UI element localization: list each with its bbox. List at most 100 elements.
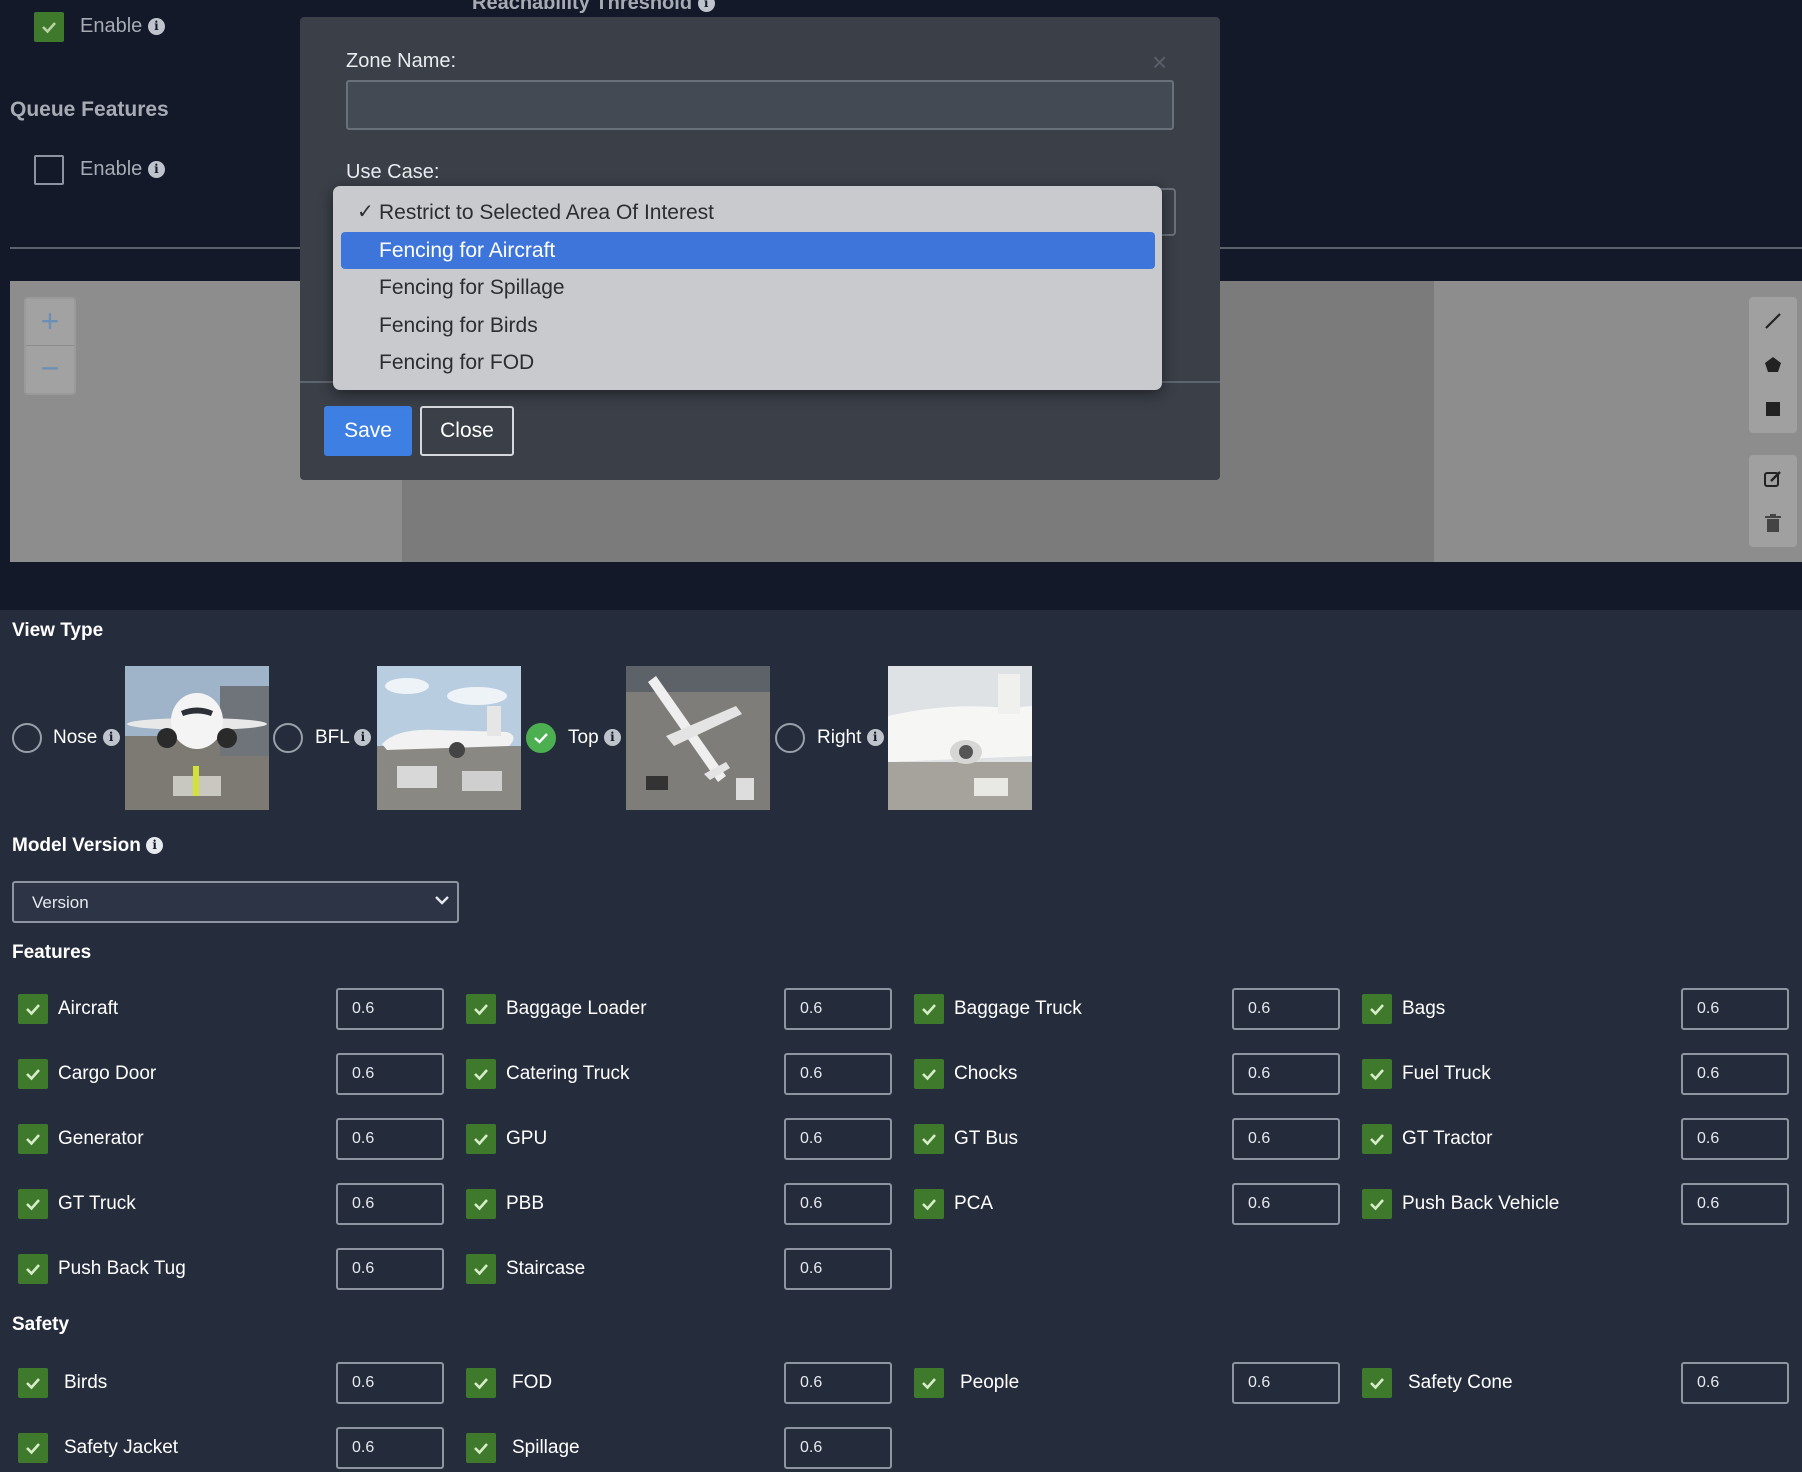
safety-checkbox[interactable] [18,1368,48,1398]
feature-checkbox[interactable] [914,1059,944,1089]
info-icon: i [146,837,164,855]
safety-threshold-input[interactable]: 0.6 [336,1362,444,1404]
feature-checkbox[interactable] [466,1124,496,1154]
feature-label: Baggage Loader [506,998,647,1019]
feature-label: Baggage Truck [954,998,1082,1019]
info-icon: i [147,18,165,36]
queue-enable-text: Enable [80,158,143,180]
feature-threshold-input[interactable]: 0.6 [336,988,444,1030]
feature-threshold-input[interactable]: 0.6 [1232,1118,1340,1160]
chevron-down-icon [435,896,449,905]
model-version-value: Version [32,893,89,912]
feature-threshold-input[interactable]: 0.6 [336,1053,444,1095]
close-button[interactable]: Close [420,406,514,456]
use-case-option-birds[interactable]: Fencing for Birds [341,307,1155,344]
feature-threshold-input[interactable]: 0.6 [336,1118,444,1160]
safety-threshold-input[interactable]: 0.6 [1232,1362,1340,1404]
zone-name-input[interactable] [346,80,1174,130]
check-icon [474,1264,488,1276]
view-radio-nose[interactable] [12,723,42,753]
check-icon [474,1004,488,1016]
safety-label: Safety Jacket [64,1437,179,1458]
feature-checkbox[interactable] [1362,1124,1392,1154]
enable-checkbox[interactable] [34,12,64,42]
modal-close-icon[interactable]: × [1152,47,1167,78]
feature-checkbox[interactable] [466,1059,496,1089]
safety-checkbox[interactable] [914,1368,944,1398]
safety-threshold-input[interactable]: 0.6 [784,1362,892,1404]
feature-threshold-input[interactable]: 0.6 [1681,1183,1789,1225]
check-icon [922,1004,936,1016]
model-version-text: Model Version [12,835,141,856]
feature-threshold-input[interactable]: 0.6 [784,1118,892,1160]
safety-checkbox[interactable] [466,1368,496,1398]
view-type-title: View Type [12,620,104,641]
use-case-option-spillage[interactable]: Fencing for Spillage [341,269,1155,306]
enable-text: Enable [80,15,143,37]
zoom-in-button[interactable]: + [26,299,74,346]
feature-checkbox[interactable] [1362,1059,1392,1089]
feature-checkbox[interactable] [914,1124,944,1154]
info-icon: i [603,729,621,747]
feature-checkbox[interactable] [18,1254,48,1284]
line-icon [1765,313,1781,329]
safety-threshold-input[interactable]: 0.6 [1681,1362,1789,1404]
draw-polygon-button[interactable] [1749,343,1797,387]
feature-threshold-input[interactable]: 0.6 [1681,988,1789,1030]
safety-checkbox[interactable] [1362,1368,1392,1398]
feature-threshold-input[interactable]: 0.6 [1232,988,1340,1030]
safety-checkbox[interactable] [18,1433,48,1463]
save-button[interactable]: Save [324,406,412,456]
check-icon [922,1378,936,1390]
feature-threshold-input[interactable]: 0.6 [1232,1183,1340,1225]
safety-label: Birds [64,1372,108,1393]
safety-checkbox[interactable] [466,1433,496,1463]
safety-label: Spillage [512,1437,580,1458]
feature-threshold-input[interactable]: 0.6 [336,1183,444,1225]
view-label-bfl: BFL i [315,727,372,749]
view-radio-right[interactable] [775,723,805,753]
edit-layers-button[interactable] [1749,457,1797,501]
feature-label: Fuel Truck [1402,1063,1491,1084]
draw-line-button[interactable] [1749,299,1797,343]
feature-label: GT Tractor [1402,1128,1493,1149]
feature-label: GT Truck [58,1193,136,1214]
view-radio-top[interactable] [526,723,556,753]
feature-threshold-input[interactable]: 0.6 [784,988,892,1030]
feature-checkbox[interactable] [18,1189,48,1219]
feature-checkbox[interactable] [1362,994,1392,1024]
delete-layers-button[interactable] [1749,501,1797,545]
model-version-title: Model Version i [12,835,164,857]
safety-threshold-input[interactable]: 0.6 [784,1427,892,1469]
feature-threshold-input[interactable]: 0.6 [336,1248,444,1290]
feature-checkbox[interactable] [18,994,48,1024]
feature-checkbox[interactable] [18,1059,48,1089]
feature-label: Cargo Door [58,1063,157,1084]
feature-checkbox[interactable] [914,1189,944,1219]
view-radio-bfl[interactable] [273,723,303,753]
feature-threshold-input[interactable]: 0.6 [1681,1053,1789,1095]
draw-rectangle-button[interactable] [1749,387,1797,431]
use-case-option-aircraft[interactable]: Fencing for Aircraft [341,232,1155,269]
queue-enable-checkbox[interactable] [34,155,64,185]
feature-threshold-input[interactable]: 0.6 [1681,1118,1789,1160]
feature-checkbox[interactable] [914,994,944,1024]
safety-threshold-input[interactable]: 0.6 [336,1427,444,1469]
features-title: Features [12,942,92,963]
feature-checkbox[interactable] [1362,1189,1392,1219]
top-view-thumbnail [626,666,770,810]
feature-checkbox[interactable] [18,1124,48,1154]
feature-label: Chocks [954,1063,1018,1084]
check-icon [26,1264,40,1276]
use-case-option-fod[interactable]: Fencing for FOD [341,344,1155,381]
feature-checkbox[interactable] [466,1254,496,1284]
info-icon: i [866,729,884,747]
feature-threshold-input[interactable]: 0.6 [1232,1053,1340,1095]
feature-threshold-input[interactable]: 0.6 [784,1183,892,1225]
feature-threshold-input[interactable]: 0.6 [784,1248,892,1290]
feature-checkbox[interactable] [466,1189,496,1219]
feature-threshold-input[interactable]: 0.6 [784,1053,892,1095]
use-case-option-restrict[interactable]: ✓ Restrict to Selected Area Of Interest [341,194,1155,231]
feature-checkbox[interactable] [466,994,496,1024]
zoom-out-button[interactable]: − [26,346,74,392]
